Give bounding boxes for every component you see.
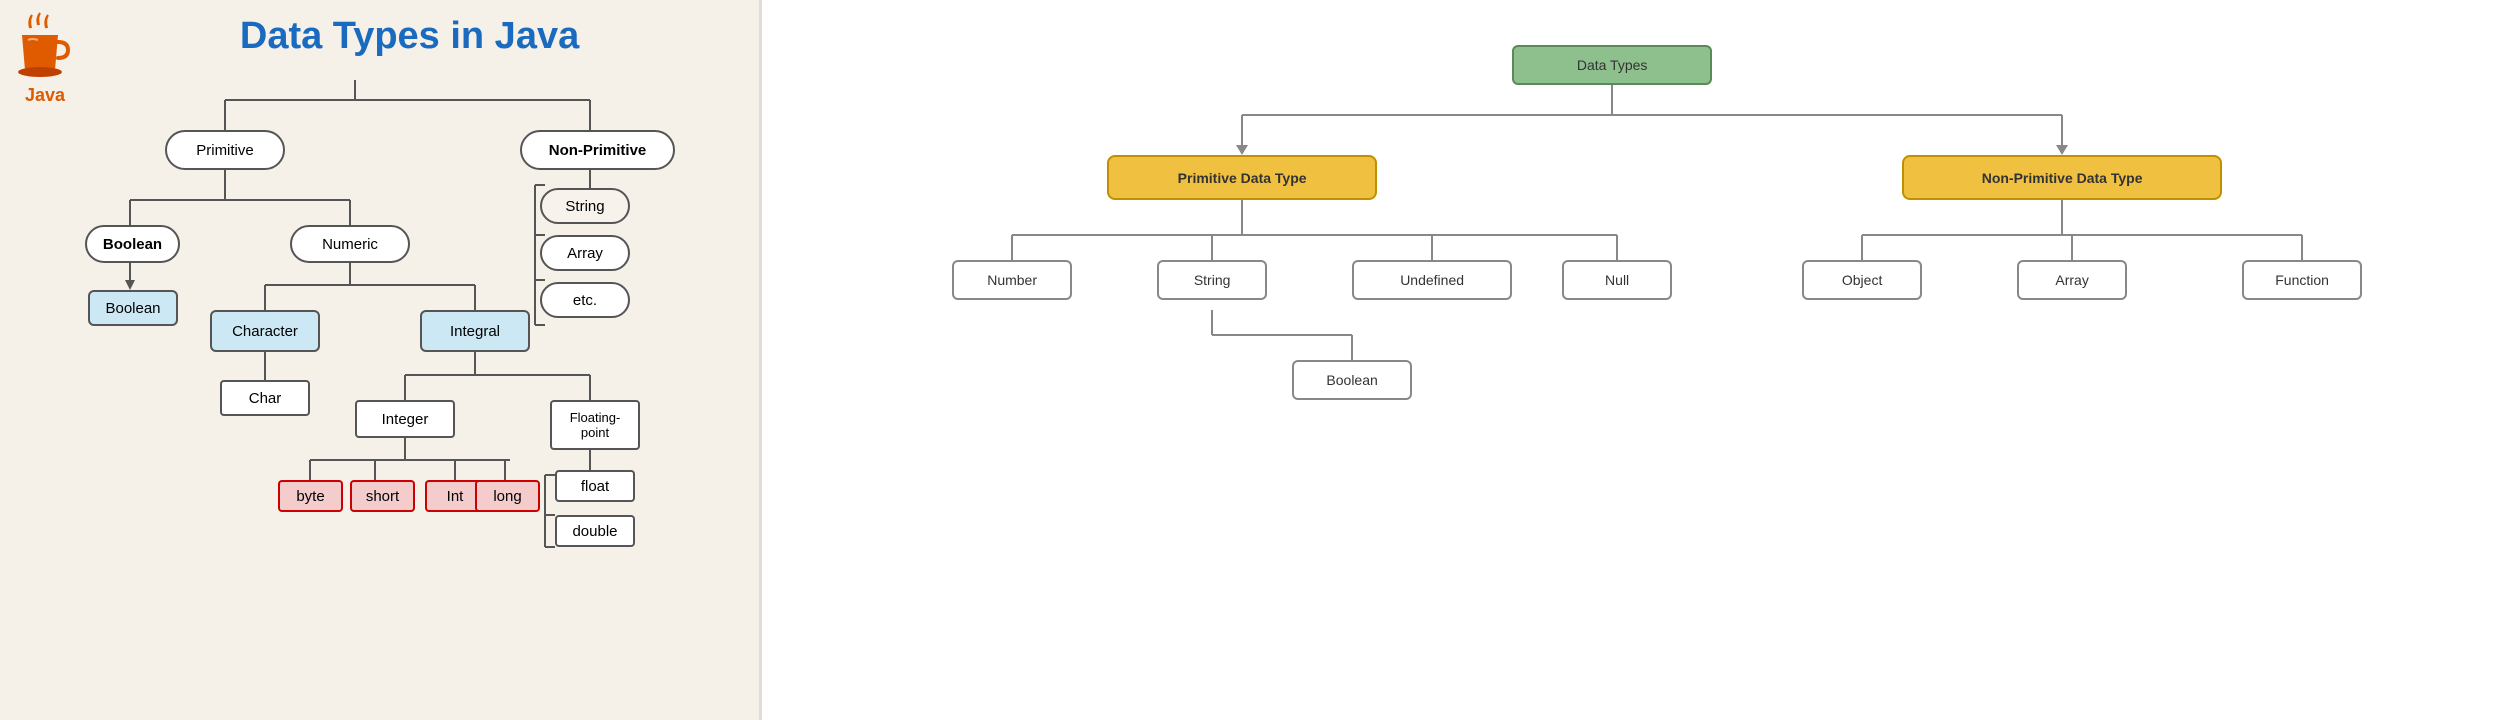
float-node: float [555, 470, 635, 502]
right-boolean-node: Boolean [1292, 360, 1412, 400]
numeric-node: Numeric [290, 225, 410, 263]
short-node: short [350, 480, 415, 512]
java-logo: Java [10, 10, 80, 80]
long-node: long [475, 480, 540, 512]
right-null-node: Null [1562, 260, 1672, 300]
primitive-node: Primitive [165, 130, 285, 170]
char-node: Char [220, 380, 310, 416]
floating-node: Floating- point [550, 400, 640, 450]
byte-node: byte [278, 480, 343, 512]
left-tree: Primitive Non-Primitive String Array etc… [60, 80, 750, 700]
right-panel: Data Types Primitive Data Type Non-Primi… [762, 0, 2505, 720]
integral-node: Integral [420, 310, 530, 352]
right-non-primitive-node: Non-Primitive Data Type [1902, 155, 2222, 200]
array-node: Array [540, 235, 630, 271]
boolean-value-node: Boolean [88, 290, 178, 326]
bracket-svg [530, 180, 550, 330]
right-undefined-node: Undefined [1352, 260, 1512, 300]
character-node: Character [210, 310, 320, 352]
right-primitive-node: Primitive Data Type [1107, 155, 1377, 200]
left-panel: Java Data Types in Java [0, 0, 759, 720]
right-array-node: Array [2017, 260, 2127, 300]
left-tree-lines [60, 80, 750, 700]
right-tree-lines [862, 40, 2462, 680]
integer-node: Integer [355, 400, 455, 438]
float-bracket-svg [540, 465, 560, 555]
right-object-node: Object [1802, 260, 1922, 300]
right-data-types-node: Data Types [1512, 45, 1712, 85]
right-number-node: Number [952, 260, 1072, 300]
right-tree: Data Types Primitive Data Type Non-Primi… [862, 40, 2462, 680]
etc-node: etc. [540, 282, 630, 318]
right-string-node: String [1157, 260, 1267, 300]
right-function-node: Function [2242, 260, 2362, 300]
string-node: String [540, 188, 630, 224]
boolean-label-node: Boolean [85, 225, 180, 263]
double-node: double [555, 515, 635, 547]
non-primitive-node: Non-Primitive [520, 130, 675, 170]
page-title: Data Types in Java [70, 15, 749, 58]
